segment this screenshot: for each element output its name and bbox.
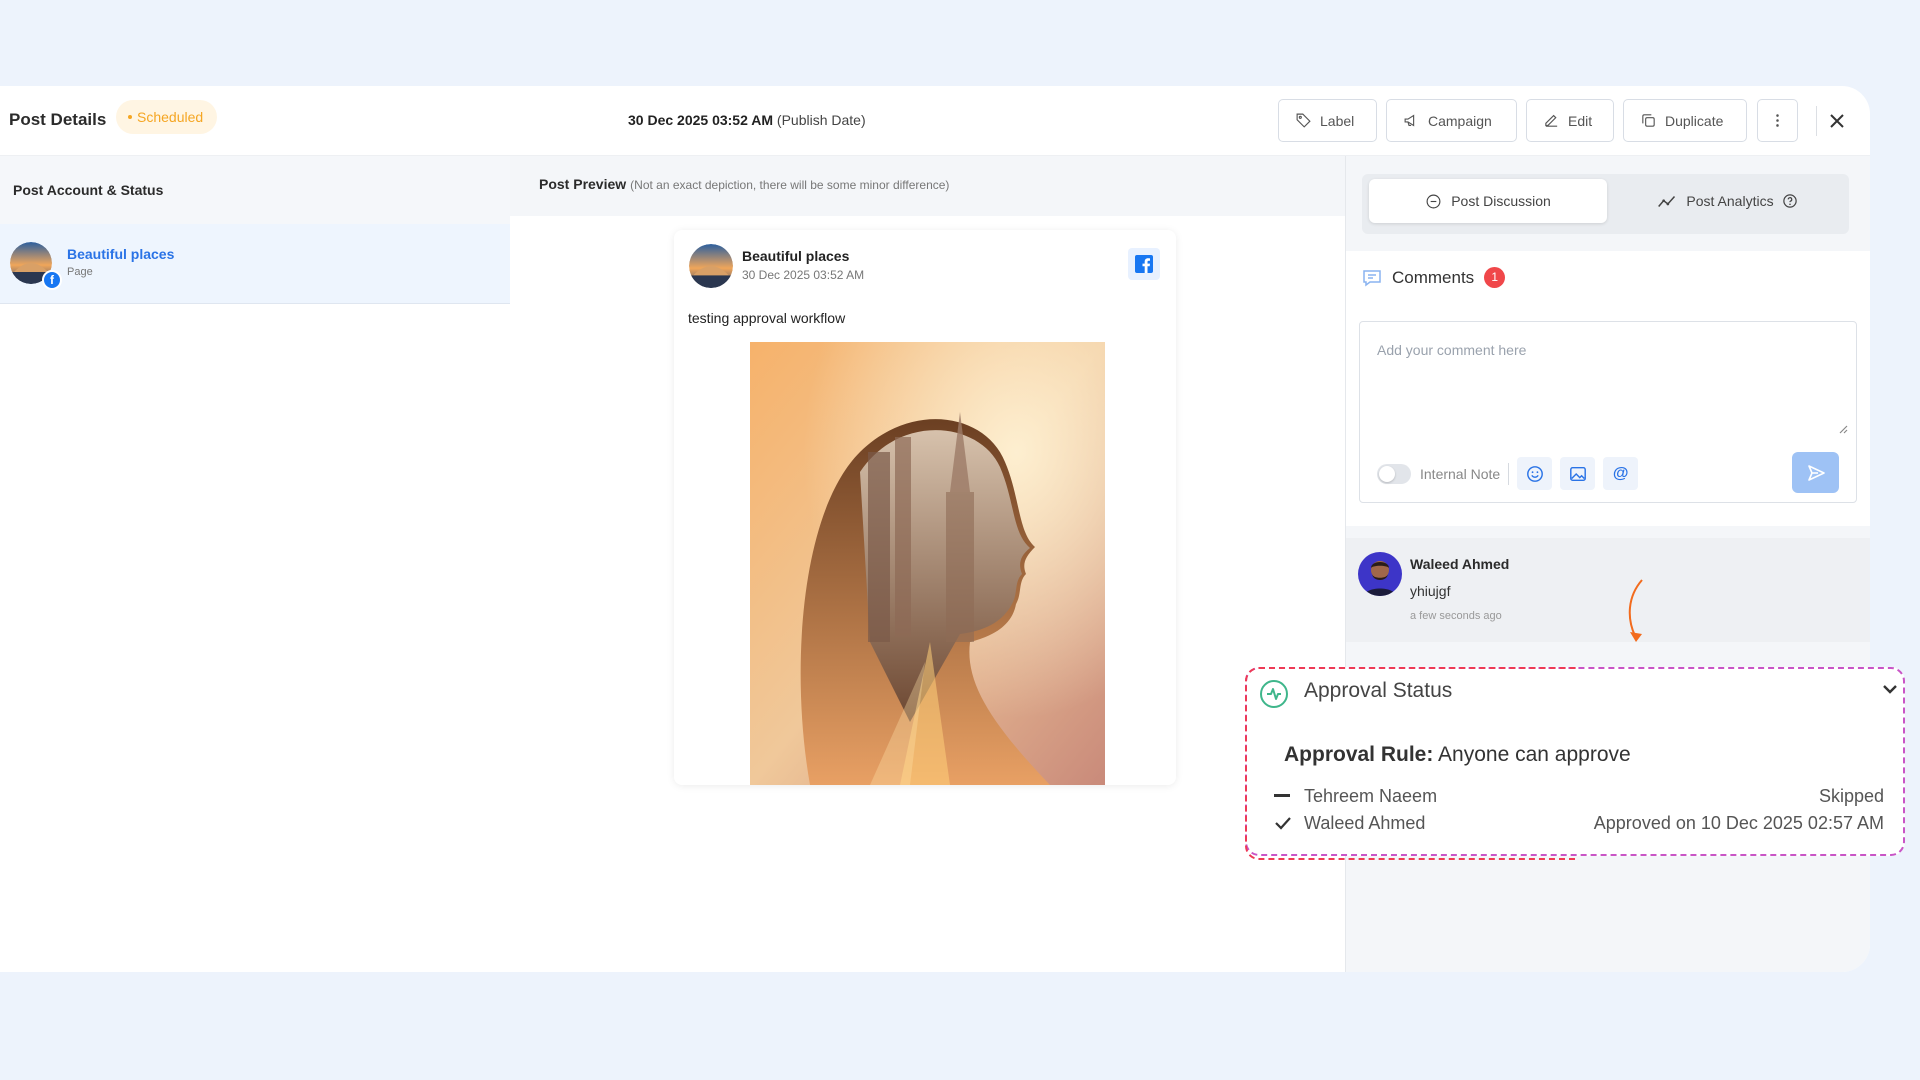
edit-icon [1545, 114, 1558, 127]
help-icon[interactable] [1782, 194, 1797, 208]
emoji-icon [1526, 465, 1543, 482]
internal-note-toggle[interactable] [1377, 463, 1411, 484]
approval-rule: Approval Rule: Anyone can approve [1284, 743, 1631, 767]
double-exposure-photo [750, 342, 1105, 785]
post-text: testing approval workflow [688, 310, 846, 326]
publish-date-suffix: (Publish Date) [776, 112, 866, 128]
label-button[interactable]: Label [1278, 99, 1377, 142]
account-status-panel: Post Account & Status f Beautiful places… [0, 156, 510, 972]
copy-icon [1642, 114, 1655, 127]
send-button[interactable] [1792, 452, 1839, 493]
comments-title: Comments [1392, 267, 1475, 287]
send-icon [1807, 464, 1825, 481]
comment-icon [1363, 269, 1381, 286]
label-button-text: Label [1320, 112, 1355, 129]
duplicate-button-text: Duplicate [1665, 112, 1724, 129]
account-status-heading: Post Account & Status [0, 156, 510, 224]
approver-row: Tehreem Naeem Skipped [1274, 782, 1884, 810]
approval-status-icon [1260, 680, 1288, 708]
account-name: Beautiful places [67, 246, 175, 262]
check-icon [1274, 816, 1304, 830]
comment-text: yhiujgf [1410, 583, 1451, 599]
approval-status-title: Approval Status [1304, 679, 1453, 702]
dash-icon [1274, 794, 1304, 798]
internal-note-label: Internal Note [1420, 465, 1501, 482]
post-date: 30 Dec 2025 03:52 AM [742, 268, 865, 282]
publish-date-value: 30 Dec 2025 03:52 AM [628, 112, 774, 128]
status-badge: Scheduled [116, 100, 218, 134]
tag-icon [1296, 113, 1311, 128]
more-vertical-icon [1776, 114, 1779, 127]
comment-placeholder: Add your comment here [1377, 342, 1527, 358]
account-item[interactable]: f Beautiful places Page [0, 224, 510, 304]
duplicate-button[interactable]: Duplicate [1623, 99, 1747, 142]
post-image [750, 342, 1105, 785]
commenter-avatar [1358, 552, 1402, 596]
page-title: Post Details [9, 110, 107, 129]
comments-count-badge: 1 [1484, 267, 1506, 288]
comments-header: Comments 1 [1362, 267, 1506, 288]
close-button[interactable] [1822, 106, 1852, 136]
image-icon [1569, 466, 1586, 481]
edit-button[interactable]: Edit [1526, 99, 1614, 142]
post-account-avatar [689, 244, 733, 288]
analytics-icon [1658, 195, 1676, 207]
image-button[interactable] [1560, 457, 1596, 490]
emoji-button[interactable] [1517, 457, 1553, 490]
post-preview-heading: Post Preview [539, 176, 627, 192]
chat-icon [1426, 194, 1441, 208]
megaphone-icon [1404, 114, 1415, 127]
approval-status-callout: Approval Status Approval Rule: Anyone ca… [1245, 667, 1905, 860]
post-preview-header: Post Preview (Not an exact depiction, the… [510, 156, 1345, 216]
facebook-icon: f [42, 270, 62, 290]
more-options-button[interactable] [1757, 99, 1798, 142]
header-divider [1816, 106, 1817, 136]
post-account-name: Beautiful places [742, 248, 850, 264]
comment-timestamp: a few seconds ago [1410, 610, 1502, 622]
tab-post-discussion[interactable]: Post Discussion [1369, 179, 1607, 223]
toolbar-divider [1508, 462, 1510, 485]
comment-input[interactable]: Add your comment here Internal Note @ [1359, 321, 1857, 503]
comment-item: Waleed Ahmed yhiujgf a few seconds ago [1346, 538, 1870, 642]
publish-date: 30 Dec 2025 03:52 AM (Publish Date) [628, 112, 866, 128]
post-preview-note: (Not an exact depiction, there will be s… [630, 178, 950, 192]
approver-name: Waleed Ahmed [1304, 812, 1426, 833]
approver-row: Waleed Ahmed Approved on 10 Dec 2025 02:… [1274, 809, 1884, 837]
comment-author: Waleed Ahmed [1410, 556, 1510, 572]
facebook-post-card: Beautiful places 30 Dec 2025 03:52 AM te… [674, 230, 1176, 785]
discussion-tabs: Post Discussion Post Analytics [1362, 174, 1849, 234]
comments-box: Comments 1 Add your comment here Interna… [1346, 251, 1870, 526]
tab-post-analytics-label: Post Analytics [1686, 193, 1774, 209]
post-preview-body: Beautiful places 30 Dec 2025 03:52 AM te… [510, 216, 1345, 972]
at-sign-icon: @ [1612, 464, 1629, 482]
resize-handle-icon[interactable] [1838, 424, 1848, 434]
approval-rule-value: Anyone can approve [1438, 743, 1631, 766]
modal-header: Post Details Scheduled 30 Dec 2025 03:52… [0, 86, 1870, 156]
approver-status: Approved on 10 Dec 2025 02:57 AM [1593, 812, 1884, 833]
edit-button-text: Edit [1568, 112, 1593, 129]
status-badge-label: Scheduled [137, 109, 204, 125]
tab-post-discussion-label: Post Discussion [1451, 193, 1551, 209]
close-icon [1830, 114, 1844, 128]
campaign-button-text: Campaign [1428, 112, 1492, 129]
comment-toolbar: Internal Note @ [1377, 457, 1646, 490]
account-type: Page [67, 266, 93, 278]
mention-button[interactable]: @ [1603, 457, 1639, 490]
post-preview-panel: Post Preview (Not an exact depiction, the… [510, 156, 1345, 972]
approval-rule-label: Approval Rule: [1284, 743, 1434, 766]
approver-status: Skipped [1818, 785, 1884, 806]
approver-name: Tehreem Naeem [1304, 785, 1438, 806]
annotation-arrow [1628, 579, 1643, 642]
chevron-down-icon[interactable] [1882, 683, 1898, 695]
campaign-button[interactable]: Campaign [1386, 99, 1517, 142]
facebook-icon [1128, 248, 1160, 280]
status-dot [128, 115, 132, 120]
tab-post-analytics[interactable]: Post Analytics [1607, 179, 1847, 223]
